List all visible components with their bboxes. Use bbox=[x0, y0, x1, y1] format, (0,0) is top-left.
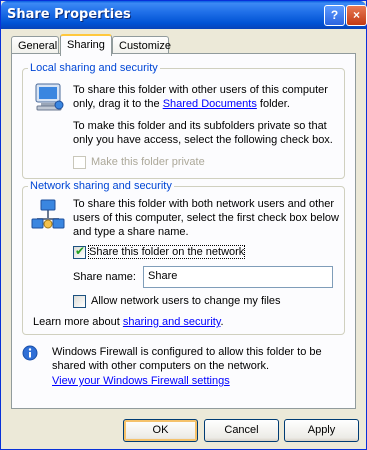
computer-icon bbox=[33, 81, 65, 116]
sharing-tab-panel: Local sharing and security To share this… bbox=[11, 53, 356, 409]
ok-button[interactable]: OK bbox=[123, 419, 198, 442]
cancel-button[interactable]: Cancel bbox=[204, 419, 279, 442]
firewall-text: Windows Firewall is configured to allow … bbox=[52, 346, 322, 372]
shared-documents-link[interactable]: Shared Documents bbox=[163, 98, 257, 110]
local-sharing-text: To share this folder with other users of… bbox=[73, 84, 328, 110]
title-bar[interactable]: Share Properties ? × bbox=[1, 1, 367, 29]
make-private-checkbox[interactable] bbox=[73, 156, 86, 169]
share-on-network-label: Share this folder on the network bbox=[87, 245, 246, 259]
help-button[interactable]: ? bbox=[324, 5, 345, 26]
share-name-input[interactable]: Share bbox=[143, 266, 333, 288]
firewall-settings-link[interactable]: View your Windows Firewall settings bbox=[52, 375, 230, 387]
tab-sharing[interactable]: Sharing bbox=[60, 34, 112, 56]
checkmark-icon: ✔ bbox=[75, 244, 86, 258]
allow-change-checkbox[interactable] bbox=[73, 295, 86, 308]
allow-change-label: Allow network users to change my files bbox=[91, 295, 281, 307]
network-share-icon bbox=[31, 199, 65, 234]
local-sharing-heading: Local sharing and security bbox=[28, 62, 160, 74]
apply-button[interactable]: Apply bbox=[284, 419, 359, 442]
learn-more-text: Learn more about sharing and security. bbox=[33, 316, 224, 328]
share-properties-dialog: Share Properties ? × General Sharing Cus… bbox=[0, 0, 367, 450]
private-folder-text: To make this folder and its subfolders p… bbox=[73, 120, 333, 146]
window-title: Share Properties bbox=[7, 7, 131, 22]
share-name-label: Share name: bbox=[73, 271, 136, 283]
local-sharing-group: Local sharing and security To share this… bbox=[22, 62, 345, 179]
share-on-network-checkbox[interactable]: ✔ bbox=[73, 244, 86, 259]
make-private-label: Make this folder private bbox=[91, 156, 205, 168]
network-sharing-text: To share this folder with both network u… bbox=[73, 198, 339, 238]
sharing-security-link[interactable]: sharing and security bbox=[123, 316, 221, 328]
network-sharing-heading: Network sharing and security bbox=[28, 180, 174, 192]
close-button[interactable]: × bbox=[346, 5, 367, 26]
info-icon bbox=[22, 345, 38, 364]
network-sharing-group: Network sharing and security To share th… bbox=[22, 180, 345, 335]
